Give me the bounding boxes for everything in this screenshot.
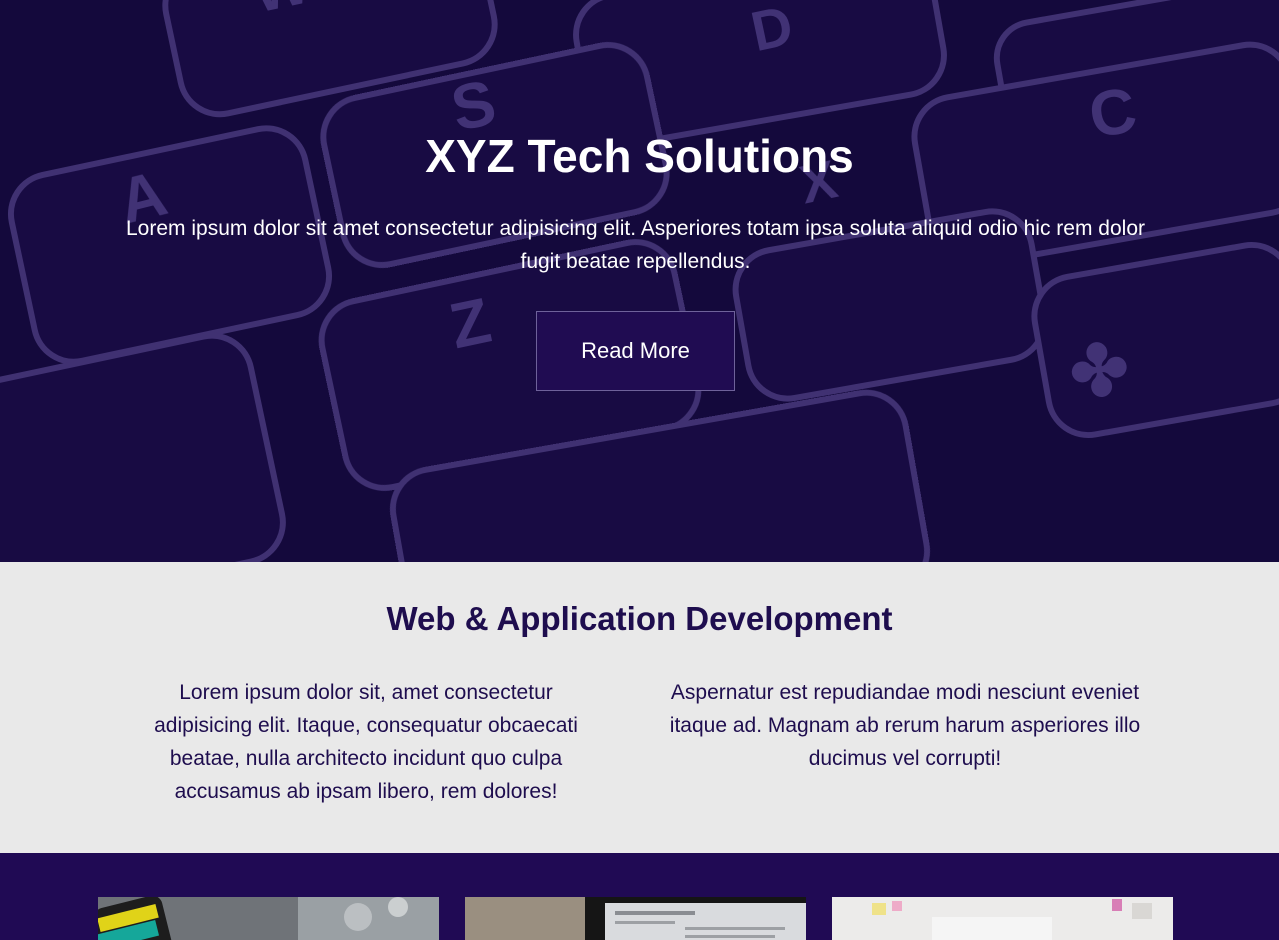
gallery-image-laptop[interactable] [465,897,806,940]
services-column-right: Aspernatur est repudiandae modi nesciunt… [669,681,1141,770]
services-column-left: Lorem ipsum dolor sit, amet consectetur … [154,681,578,803]
gallery-image-office[interactable] [832,897,1173,940]
read-more-button[interactable]: Read More [536,311,735,391]
office-photo-image [832,897,1173,940]
services-section: Web & Application Development Lorem ipsu… [0,562,1279,853]
hero-section: W D S A C X Z ✤ XYZ Tech Solutions Lorem… [0,0,1279,562]
laptop-photo-image [465,897,806,940]
services-title: Web & Application Development [386,600,893,637]
keyboard-background-image: W D S A C X Z ✤ [0,0,1279,562]
phone-photo-image [98,897,439,940]
hero-title: XYZ Tech Solutions [425,130,854,182]
hero-description: Lorem ipsum dolor sit amet consectetur a… [126,217,1145,273]
gallery-section [0,853,1279,940]
gallery-image-phone[interactable] [98,897,439,940]
